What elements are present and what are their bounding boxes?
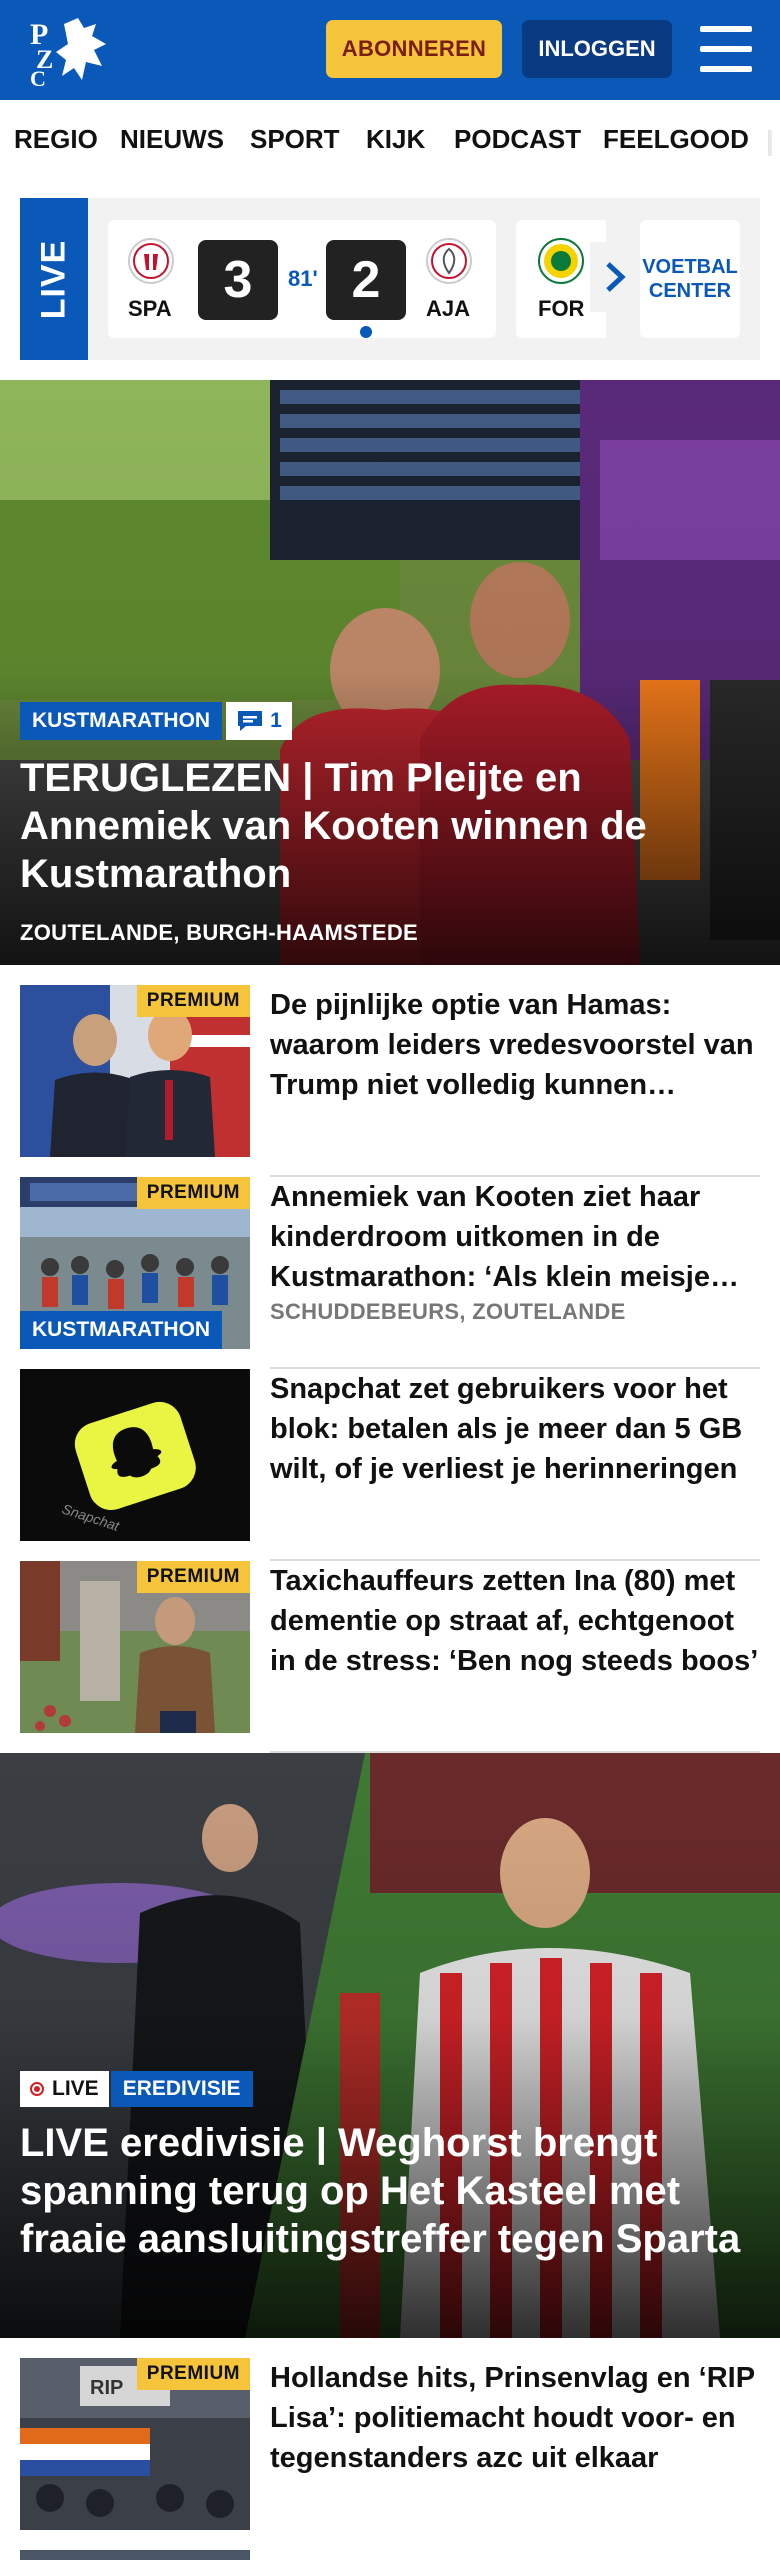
nav-fade	[750, 100, 780, 182]
article-thumbnail: PREMIUM	[20, 1561, 250, 1733]
live-badge: LIVE	[20, 2071, 109, 2107]
feature-article[interactable]: LIVE EREDIVISIE LIVE eredivisie | Weghor…	[0, 1753, 780, 2338]
premium-badge: PREMIUM	[136, 2358, 250, 2390]
article-thumbnail: Snapchat	[20, 1369, 250, 1541]
hero-comment-badge[interactable]: 1	[226, 702, 292, 740]
nav-item-sport[interactable]: SPORT	[250, 124, 340, 155]
nav-item-feelgood[interactable]: FEELGOOD	[603, 124, 749, 155]
nav-item-nieuws[interactable]: NIEUWS	[120, 124, 224, 155]
live-score-widget: LIVE SPA 3 81' 2 AJA FOR VOETBAL CENTER	[20, 198, 760, 360]
pzc-logo[interactable]: P Z C	[26, 14, 112, 91]
nav-item-kijk[interactable]: KIJK	[366, 124, 425, 155]
article-title[interactable]: Hollandse hits, Prinsenvlag en ‘RIP Lisa…	[270, 2358, 760, 2478]
sparta-crest-icon	[128, 238, 174, 284]
away-team-code: AJA	[426, 296, 471, 321]
next-team-code: FOR	[538, 296, 585, 321]
login-button[interactable]: INLOGGEN	[522, 20, 672, 78]
match-card[interactable]: SPA 3 81' 2 AJA	[108, 220, 496, 338]
hero-tags: KUSTMARATHON 1	[20, 702, 292, 740]
article-thumbnail: RIP PREMIUM	[20, 2358, 250, 2530]
nav-item-podcast[interactable]: PODCAST	[454, 124, 581, 155]
article-item[interactable]: PREMIUM Taxichauffeurs zetten Ina (80) m…	[20, 1541, 760, 1753]
article-item[interactable]: Snapchat Snapchat zet gebruikers voor he…	[20, 1349, 760, 1561]
site-header: P Z C ABONNEREN INLOGGEN	[0, 0, 780, 100]
article-item[interactable]: RIP PREMIUM Hollandse hits, Prinsenvlag …	[20, 2338, 760, 2530]
article-category-tag[interactable]: KUSTMARATHON	[20, 1311, 223, 1349]
match-minute: 81'	[288, 266, 318, 291]
chevron-right-icon[interactable]	[590, 242, 640, 312]
goal-indicator-dot	[360, 326, 372, 338]
premium-badge: PREMIUM	[136, 1177, 250, 1209]
premium-badge: PREMIUM	[136, 1561, 250, 1593]
next-article-thumbnail	[20, 2550, 250, 2560]
home-team-code: SPA	[128, 296, 172, 321]
away-score: 2	[326, 240, 406, 320]
fortuna-crest-icon	[538, 238, 584, 284]
feature-tags: LIVE EREDIVISIE	[20, 2071, 253, 2107]
hero-article[interactable]: KUSTMARATHON 1 TERUGLEZEN | Tim Pleijte …	[0, 380, 780, 965]
article-item[interactable]: PREMIUM De pijnlijke optie van Hamas: wa…	[20, 965, 760, 1177]
subscribe-button[interactable]: ABONNEREN	[326, 20, 502, 78]
feature-title[interactable]: LIVE eredivisie | Weghorst brengt spanni…	[20, 2119, 760, 2263]
category-nav: REGIO NIEUWS SPORT KIJK PODCAST FEELGOOD	[0, 100, 780, 182]
article-title[interactable]: Annemiek van Kooten ziet haar kinderdroo…	[270, 1177, 760, 1297]
nav-item-regio[interactable]: REGIO	[14, 124, 98, 155]
article-thumbnail: PREMIUM	[20, 985, 250, 1157]
hero-title[interactable]: TERUGLEZEN | Tim Pleijte en Annemiek van…	[20, 754, 740, 898]
live-label: LIVE	[20, 198, 88, 360]
article-title[interactable]: Snapchat zet gebruikers voor het blok: b…	[270, 1369, 760, 1489]
article-item[interactable]: PREMIUM KUSTMARATHON Annemiek van Kooten…	[20, 1157, 760, 1369]
voetbal-center-link[interactable]: VOETBAL CENTER	[640, 220, 740, 338]
svg-text:RIP: RIP	[90, 2377, 123, 2399]
feature-category-tag[interactable]: EREDIVISIE	[110, 2071, 253, 2107]
article-location: SCHUDDEBEURS, ZOUTELANDE	[270, 1299, 626, 1324]
svg-text:C: C	[30, 66, 46, 86]
ajax-crest-icon	[426, 238, 472, 284]
premium-badge: PREMIUM	[136, 985, 250, 1017]
article-title[interactable]: Taxichauffeurs zetten Ina (80) met demen…	[270, 1561, 760, 1681]
hamburger-menu-icon[interactable]	[700, 24, 752, 74]
live-record-icon	[30, 2082, 44, 2096]
article-title[interactable]: De pijnlijke optie van Hamas: waarom lei…	[270, 985, 760, 1105]
hero-location: ZOUTELANDE, BURGH-HAAMSTEDE	[20, 920, 418, 945]
hero-category-tag[interactable]: KUSTMARATHON	[20, 702, 223, 740]
article-thumbnail: PREMIUM KUSTMARATHON	[20, 1177, 250, 1349]
home-score: 3	[198, 240, 278, 320]
comment-icon	[238, 711, 263, 731]
